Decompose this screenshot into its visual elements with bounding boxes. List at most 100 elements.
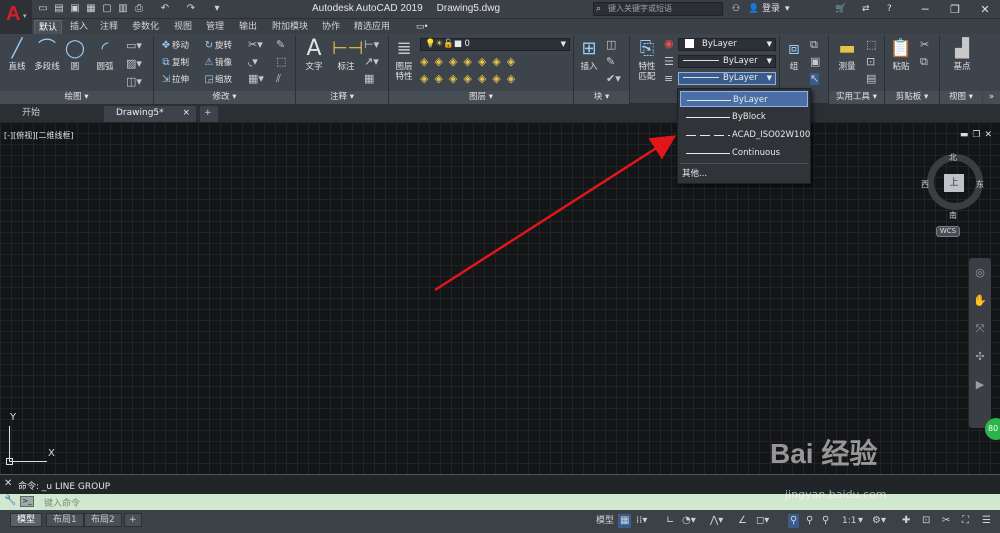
tab-insert[interactable]: 插入 — [66, 20, 92, 34]
layer-properties-button[interactable]: ≣ 图层 特性 — [392, 38, 416, 82]
scale-dropdown[interactable]: 1:1 — [842, 514, 856, 528]
annotation-panel-title[interactable]: 注释 ▾ — [296, 91, 388, 104]
search-input[interactable]: ⌕ 键入关键字或短语 — [593, 2, 723, 16]
annotation-visibility-icon[interactable]: ⚲ — [788, 514, 800, 528]
lineweight-icon[interactable]: ≡ — [664, 73, 673, 85]
scale-button[interactable]: ◲缩放 — [203, 73, 232, 86]
linetype-option-iso02w100[interactable]: ACAD_ISO02W100 — [680, 127, 810, 143]
color-dropdown[interactable]: ByLayer ▼ — [678, 38, 776, 51]
restore-button[interactable]: ❐ — [940, 0, 970, 19]
layers-panel-title[interactable]: 图层 ▾ — [389, 91, 573, 104]
insert-block-button[interactable]: ⊞ 插入 — [577, 38, 601, 72]
drawing-canvas[interactable]: [-][俯视][二维线框] ▬❐✕ 上 北 南 东 西 WCS ◎ ✋ ⤧ ✣ … — [0, 122, 1000, 474]
application-menu-button[interactable]: A ▾ — [0, 0, 32, 34]
cart-icon[interactable]: 🛒 — [835, 2, 846, 16]
tab-annotate[interactable]: 注释 — [96, 20, 122, 34]
ribbon-overflow-icon[interactable]: » — [983, 91, 1000, 104]
tab-parametric[interactable]: 参数化 — [128, 20, 163, 34]
rectangle-icon[interactable]: ▭▾ — [126, 40, 142, 52]
erase-icon[interactable]: ✎ — [276, 39, 285, 51]
group-edit-icon[interactable]: ▣ — [810, 56, 820, 68]
close-button[interactable]: ✕ — [970, 0, 1000, 19]
copy-clip-icon[interactable]: ⧉ — [920, 56, 928, 68]
move-button[interactable]: ✥ 移动 — [160, 39, 189, 52]
add-layout-button[interactable]: + — [124, 513, 142, 527]
select-all-icon[interactable]: ⊡ — [866, 56, 875, 68]
close-icon[interactable]: ✕ — [4, 478, 12, 489]
units-icon[interactable]: ⊡ — [922, 514, 930, 528]
arc-button[interactable]: ◜ 圆弧 — [92, 38, 118, 72]
dimension-button[interactable]: ⊢⊣ 标注 — [332, 38, 363, 72]
view-panel-title[interactable]: 视图 ▾ — [940, 91, 982, 104]
login-link[interactable]: 登录 — [762, 2, 780, 16]
start-tab[interactable]: 开始 — [10, 106, 100, 122]
clipboard-panel-title[interactable]: 剪贴板 ▾ — [885, 91, 939, 104]
array-icon[interactable]: ▦▾ — [248, 73, 264, 85]
wrench-icon[interactable]: 🔧 — [4, 495, 16, 506]
tab-default[interactable]: 默认 — [34, 20, 63, 34]
tab-featured-apps[interactable]: 精选应用 — [350, 20, 394, 34]
isodraft-icon[interactable]: ⋀▾ — [710, 514, 723, 528]
create-block-icon[interactable]: ◫ — [606, 39, 616, 51]
tab-addins[interactable]: 附加模块 — [268, 20, 312, 34]
linetype-dropdown[interactable]: ByLayer ▼ — [678, 55, 776, 68]
save-as-icon[interactable]: ▦ — [84, 2, 98, 16]
command-input[interactable]: 键入命令 — [44, 496, 80, 509]
draw-panel-title[interactable]: 绘图 ▾ — [0, 91, 153, 104]
group-button[interactable]: ⧈ 组 — [782, 38, 806, 72]
snap-icon[interactable]: ⁞⁞▾ — [636, 514, 647, 528]
copy-button[interactable]: ⧉ 复制 — [160, 56, 189, 69]
calculator-icon[interactable]: ▤ — [866, 73, 876, 85]
polar-icon[interactable]: ◔▾ — [682, 514, 696, 528]
chevron-down-icon[interactable]: ▾ — [785, 2, 790, 16]
tab-manage[interactable]: 管理 — [202, 20, 228, 34]
web-mobile-icon[interactable]: ▢ — [100, 2, 114, 16]
block-attribute-icon[interactable]: ✔▾ — [606, 73, 621, 85]
linear-dim-icon[interactable]: ⊢▾ — [364, 39, 379, 51]
trim-icon[interactable]: ✂▾ — [248, 39, 263, 51]
exchange-icon[interactable]: ⇄ — [862, 2, 870, 16]
id-point-icon[interactable]: ⬚ — [866, 39, 876, 51]
ortho-icon[interactable]: ∟ — [666, 514, 674, 528]
save-icon[interactable]: ▣ — [68, 2, 82, 16]
isolate-objects-icon[interactable]: ✂ — [942, 514, 950, 528]
leader-icon[interactable]: ↗▾ — [364, 56, 379, 68]
minimize-button[interactable]: ─ — [910, 0, 940, 19]
redo-icon[interactable]: ↷ — [184, 2, 198, 16]
layout-tab-2[interactable]: 布局2 — [84, 513, 122, 527]
tab-output[interactable]: 输出 — [235, 20, 261, 34]
linetype-option-continuous[interactable]: Continuous — [680, 145, 808, 161]
ungroup-icon[interactable]: ⧉ — [810, 39, 818, 51]
new-tab-button[interactable]: + — [200, 106, 218, 122]
tab-collaborate[interactable]: 协作 — [318, 20, 344, 34]
customize-qat-icon[interactable]: ▾ — [210, 2, 224, 16]
cut-icon[interactable]: ✂ — [920, 39, 929, 51]
binoculars-icon[interactable]: ⚇ — [732, 2, 740, 16]
offset-icon[interactable]: ⫽ — [276, 73, 281, 85]
group-select-icon[interactable]: ↖ — [810, 73, 820, 85]
annotation-scale-icon[interactable]: ⚲ — [822, 514, 829, 528]
fullscreen-icon[interactable]: ⛶ — [962, 514, 969, 528]
tab-view[interactable]: 视图 — [170, 20, 196, 34]
new-file-icon[interactable]: ▭ — [36, 2, 50, 16]
annotation-monitor-icon[interactable]: ✚ — [902, 514, 910, 528]
command-prompt-icon[interactable]: >_ — [20, 496, 34, 507]
layer-tools-row-1[interactable]: ◈◈◈◈◈◈◈ — [420, 56, 521, 68]
linetype-option-other[interactable]: 其他... — [680, 166, 808, 182]
open-file-icon[interactable]: ▤ — [52, 2, 66, 16]
layout-tab-model[interactable]: 模型 — [10, 513, 43, 527]
object-snap-icon[interactable]: ◻▾ — [756, 514, 769, 528]
match-properties-button[interactable]: ⎘ 特性 匹配 — [633, 38, 661, 82]
model-space-toggle[interactable]: 模型 — [596, 514, 614, 528]
object-snap-tracking-icon[interactable]: ∠ — [738, 514, 747, 528]
customize-icon[interactable]: ☰ — [982, 514, 991, 528]
linetype-option-bylayer[interactable]: ByLayer — [680, 91, 808, 107]
undo-icon[interactable]: ↶ — [158, 2, 172, 16]
paste-button[interactable]: 📋 粘贴 — [888, 38, 914, 72]
auto-scale-icon[interactable]: ⚲ — [806, 514, 813, 528]
fillet-icon[interactable]: ◟▾ — [248, 56, 258, 68]
table-icon[interactable]: ▦ — [364, 73, 374, 85]
line-button[interactable]: ╱ 直线 — [4, 38, 30, 72]
stretch-button[interactable]: ⇲ 拉伸 — [160, 73, 189, 86]
chevron-down-icon[interactable]: ▾ — [858, 514, 863, 528]
